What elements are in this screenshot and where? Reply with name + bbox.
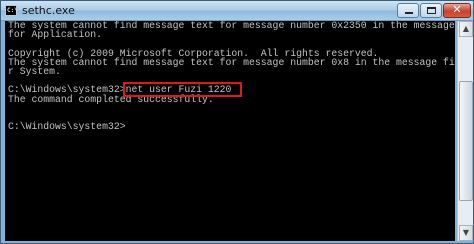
console-output[interactable]: The system cannot find message text for … <box>5 21 455 241</box>
close-button[interactable]: ✕ <box>443 3 471 18</box>
console-line: The system cannot find message text for … <box>8 56 455 68</box>
scroll-thumb[interactable] <box>459 81 473 201</box>
command-highlight <box>123 82 242 97</box>
scroll-up-icon[interactable]: ▲ <box>459 21 473 37</box>
console-line: for Application. <box>8 29 103 41</box>
scroll-down-icon[interactable]: ▼ <box>459 225 473 241</box>
cmd-icon[interactable]: C:\ <box>5 5 18 16</box>
window-title: sethc.exe <box>22 4 75 17</box>
minimize-button[interactable] <box>397 3 419 18</box>
vertical-scrollbar[interactable]: ▲ ▼ <box>457 21 473 241</box>
console-line: r System. <box>8 65 61 77</box>
prompt-line[interactable]: C:\Windows\system32> <box>8 122 455 132</box>
minimize-icon <box>405 12 413 14</box>
title-bar[interactable]: C:\ sethc.exe ✕ <box>1 1 473 21</box>
maximize-button[interactable] <box>420 3 442 18</box>
maximize-icon <box>427 7 436 14</box>
console-lines: The system cannot find message text for … <box>8 21 455 132</box>
close-icon: ✕ <box>452 3 462 16</box>
console-window: C:\ sethc.exe ✕ The system cannot find m… <box>0 0 474 244</box>
